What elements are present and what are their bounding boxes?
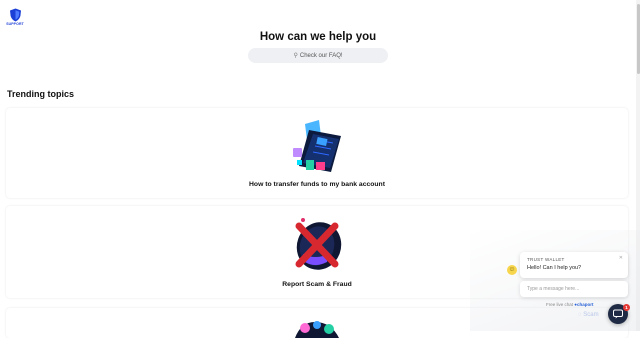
search-placeholder: Check our FAQ! [299,52,343,59]
chat-message-input[interactable]: Type a message here... [520,281,628,297]
page-title: How can we help you [259,31,377,43]
chat-input-placeholder: Type a message here... [527,286,580,292]
support-logo[interactable]: SUPPORT [6,8,24,30]
shield-icon [9,8,21,22]
agent-avatar: ☺ [507,265,517,275]
chat-icon [613,309,623,319]
topic-card-title: How to transfer funds to my bank account [249,181,385,188]
faq-search-input[interactable]: ⚲ Check our FAQ! [248,48,388,63]
scam-text: Scam [583,312,599,318]
close-icon[interactable]: ✕ [619,255,623,261]
chat-greeting-text: Hello! Can I help you? [527,265,582,271]
powered-brand: chaport [577,302,594,307]
shield-small-icon: ◌ [578,312,582,318]
scam-report-illustration [295,218,342,270]
powered-prefix: Free live chat [546,302,574,307]
trending-topics-heading: Trending topics [7,89,75,99]
scam-watermark: ◌ Scam [578,312,599,318]
card-transfer-illustration [293,120,341,172]
chat-powered-by[interactable]: Free live chat ●chaport [546,302,594,307]
partial-illustration [295,321,339,338]
topic-card-transfer[interactable]: How to transfer funds to my bank account [6,108,628,198]
logo-text: SUPPORT [6,22,24,26]
search-icon: ⚲ [293,53,298,59]
chat-greeting-bubble[interactable]: TRUST WALLET Hello! Can I help you? ✕ [520,252,628,278]
chat-agent-name: TRUST WALLET [527,257,565,262]
unread-badge: 1 [623,304,630,311]
